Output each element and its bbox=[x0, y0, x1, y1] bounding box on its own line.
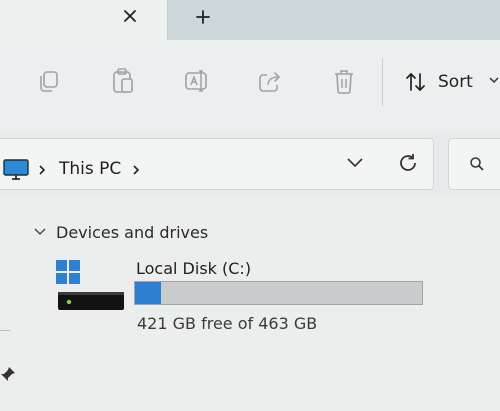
drive-usage-bar bbox=[134, 281, 423, 305]
drive-name: Local Disk (C:) bbox=[136, 259, 252, 278]
sort-label: Sort bbox=[438, 72, 473, 92]
tab-this-pc[interactable] bbox=[0, 0, 168, 40]
rename-button[interactable] bbox=[182, 66, 212, 96]
search-input[interactable] bbox=[448, 138, 500, 190]
address-history-button[interactable] bbox=[340, 148, 370, 178]
sort-icon bbox=[406, 72, 425, 92]
close-icon bbox=[124, 10, 136, 22]
drive-free-space: 421 GB free of 463 GB bbox=[137, 314, 318, 333]
pin-icon[interactable] bbox=[0, 366, 16, 382]
new-tab-button[interactable] bbox=[190, 4, 216, 30]
plus-icon bbox=[196, 10, 210, 24]
group-label: Devices and drives bbox=[56, 222, 209, 242]
command-bar: Sort bbox=[0, 40, 500, 132]
copy-icon bbox=[40, 71, 58, 92]
nav-divider bbox=[0, 330, 10, 331]
group-devices-and-drives[interactable]: Devices and drives bbox=[34, 222, 208, 242]
monitor-icon bbox=[3, 159, 29, 180]
delete-icon bbox=[335, 70, 353, 94]
share-button[interactable] bbox=[255, 66, 285, 96]
refresh-button[interactable] bbox=[393, 148, 423, 178]
delete-button[interactable] bbox=[329, 66, 359, 96]
drive-local-disk-c[interactable]: Local Disk (C:) 421 GB free of 463 GB bbox=[50, 250, 440, 340]
drive-usage-fill bbox=[135, 282, 161, 304]
copy-button[interactable] bbox=[33, 66, 63, 96]
paste-button[interactable] bbox=[108, 66, 138, 96]
chevron-down-icon bbox=[347, 158, 363, 168]
paste-icon bbox=[113, 68, 133, 93]
tab-close-button[interactable] bbox=[118, 4, 142, 28]
toolbar-separator bbox=[382, 58, 383, 106]
search-icon bbox=[470, 157, 484, 171]
chevron-down-icon bbox=[34, 228, 46, 235]
sort-button[interactable]: Sort bbox=[404, 68, 499, 96]
drive-icon bbox=[56, 260, 124, 310]
share-icon bbox=[259, 72, 281, 92]
refresh-icon bbox=[400, 154, 416, 171]
chevron-right-icon[interactable] bbox=[37, 164, 47, 176]
chevron-down-icon bbox=[489, 77, 499, 84]
address-row: This PC bbox=[0, 132, 500, 196]
chevron-right-icon[interactable] bbox=[131, 164, 141, 176]
rename-icon bbox=[185, 70, 207, 92]
tab-strip bbox=[0, 0, 500, 40]
breadcrumb-this-pc[interactable]: This PC bbox=[59, 159, 121, 179]
